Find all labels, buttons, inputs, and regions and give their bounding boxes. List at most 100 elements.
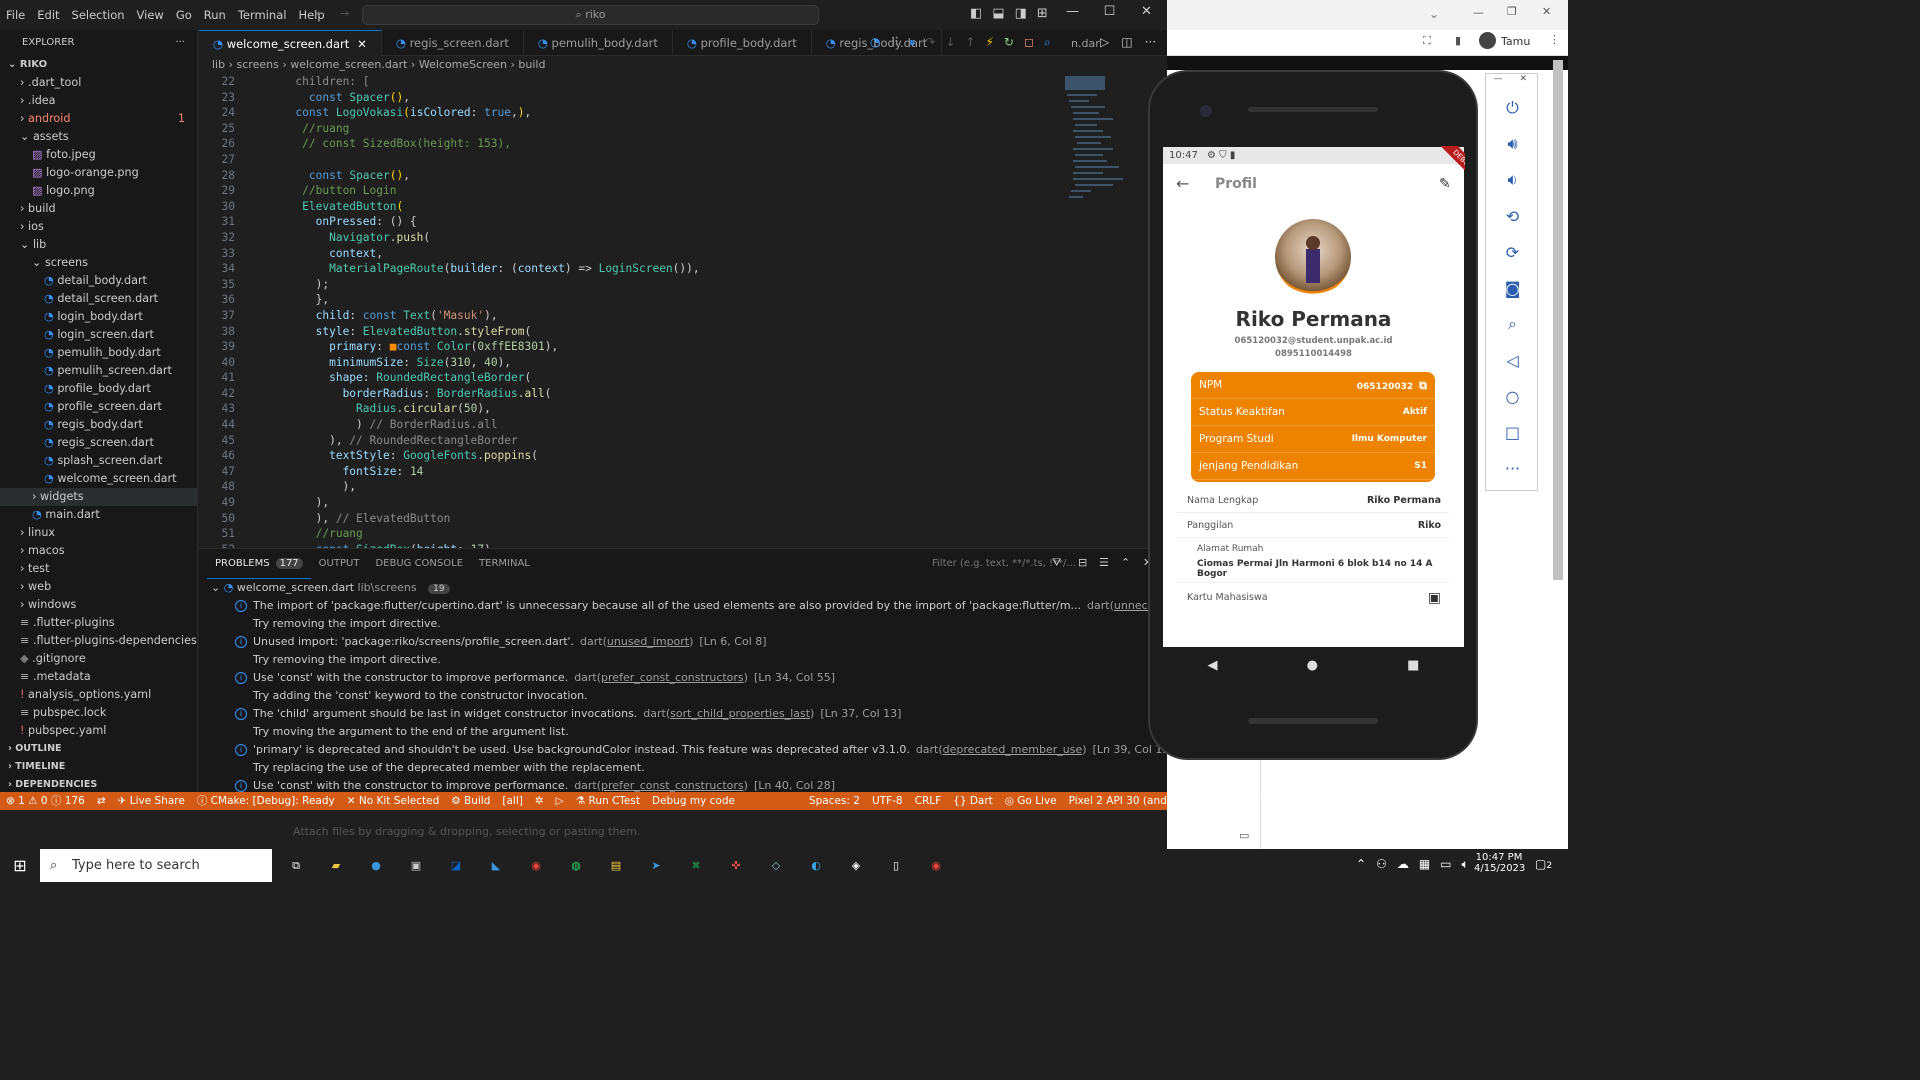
folder-item[interactable]: › .dart_tool xyxy=(0,74,197,92)
whatsapp-icon[interactable]: ◍ xyxy=(556,849,596,882)
outlook-icon[interactable]: ◪ xyxy=(436,849,476,882)
inspect-icon[interactable]: ⌕ xyxy=(1044,35,1051,50)
file-item[interactable]: ◔ login_body.dart xyxy=(0,308,197,326)
clock[interactable]: 10:47 PM 4/15/2023 xyxy=(1474,852,1525,874)
markdown-icon[interactable]: ▭ xyxy=(1239,829,1249,842)
panel-tab-terminal[interactable]: TERMINAL xyxy=(471,549,538,579)
close-icon[interactable]: ✕ xyxy=(1519,74,1527,84)
code-line[interactable]: 49 ), xyxy=(199,495,1159,511)
code-line[interactable]: 37 child: const Text('Masuk'), xyxy=(199,308,1159,324)
folder-item[interactable]: › macos xyxy=(0,542,197,560)
maximize-panel-icon[interactable]: ⌃ xyxy=(1121,556,1130,569)
chevron-up-icon[interactable]: ⌃ xyxy=(1356,857,1366,872)
profile-name[interactable]: Tamu xyxy=(1501,35,1530,48)
close-icon[interactable]: ✕ xyxy=(1542,5,1551,18)
view-as-tree-icon[interactable]: ☰ xyxy=(1099,556,1109,569)
file-item[interactable]: ≡ .flutter-plugins xyxy=(0,614,197,632)
toggle-panel-icon[interactable]: ⬓ xyxy=(992,6,1004,21)
file-item[interactable]: ≡ .flutter-plugins-dependencies xyxy=(0,632,197,650)
home-icon[interactable]: ○ xyxy=(1486,378,1539,414)
tray-icon[interactable]: ⚇ xyxy=(1376,857,1387,872)
status-item[interactable]: {} Dart xyxy=(947,792,999,810)
step-out-icon[interactable]: ↑ xyxy=(965,35,975,50)
problem-item[interactable]: i 'primary' is deprecated and shouldn't b… xyxy=(199,741,1174,759)
close-icon[interactable]: ✕ xyxy=(1128,4,1165,19)
excel-icon[interactable]: ✖ xyxy=(676,849,716,882)
menu-go[interactable]: Go xyxy=(170,8,198,22)
tab-welcome-screen[interactable]: ◔ welcome_screen.dart ✕ xyxy=(199,30,382,56)
more-icon[interactable]: ⋮ xyxy=(1549,33,1560,46)
code-line[interactable]: 31 onPressed: () { xyxy=(199,214,1159,230)
status-item[interactable]: ⚙ Build xyxy=(445,792,496,810)
folder-item[interactable]: ⌄ screens xyxy=(0,254,197,272)
file-item[interactable]: ◔ detail_body.dart xyxy=(0,272,197,290)
folder-item[interactable]: › widgets xyxy=(0,488,197,506)
volume-icon[interactable]: 🔈︎ xyxy=(1462,857,1469,872)
app-icon[interactable]: ◇ xyxy=(756,849,796,882)
chevron-down-icon[interactable]: ⌄ xyxy=(1429,7,1439,21)
problem-code-link[interactable]: deprecated_member_use xyxy=(943,743,1083,756)
problem-code-link[interactable]: sort_child_properties_last xyxy=(670,707,810,720)
problem-item[interactable]: i Unused import: 'package:riko/screens/pr… xyxy=(199,633,1167,651)
section-outline[interactable]: › OUTLINE xyxy=(0,740,197,758)
avatar[interactable] xyxy=(1479,32,1496,49)
skype-icon[interactable]: ● xyxy=(356,849,396,882)
app-icon[interactable]: ➤ xyxy=(636,849,676,882)
code-line[interactable]: 50 ), // ElevatedButton xyxy=(199,511,1159,527)
code-line[interactable]: 42 borderRadius: BorderRadius.all( xyxy=(199,386,1159,402)
menu-file[interactable]: File xyxy=(0,8,31,22)
file-item[interactable]: ◔ regis_screen.dart xyxy=(0,434,197,452)
breadcrumb-item[interactable]: WelcomeScreen xyxy=(419,58,507,71)
problem-hint[interactable]: Try replacing the use of the deprecated … xyxy=(199,759,1167,777)
minimap[interactable] xyxy=(1063,74,1153,214)
power-icon[interactable]: ⏻ xyxy=(1486,90,1539,126)
hot-reload-icon[interactable]: ⚡ xyxy=(985,35,993,50)
code-line[interactable]: 40 minimumSize: Size(310, 40), xyxy=(199,355,1159,371)
problem-hint[interactable]: Try removing the import directive. xyxy=(199,615,1167,633)
edge-icon[interactable]: ◐ xyxy=(796,849,836,882)
collapse-all-icon[interactable]: ⊟ xyxy=(1078,556,1087,569)
id-card-icon[interactable]: ▣ xyxy=(1428,583,1441,613)
menu-run[interactable]: Run xyxy=(198,8,232,22)
more-icon[interactable]: ··· xyxy=(1145,35,1156,49)
status-item[interactable]: ⚗ Run CTest xyxy=(570,792,646,810)
volume-up-icon[interactable]: 🔊︎ xyxy=(1486,126,1539,162)
status-item[interactable]: ⊗ 1 ⚠ 0 ⓘ 176 xyxy=(0,792,91,810)
vscode-icon[interactable]: ◣ xyxy=(476,849,516,882)
close-icon[interactable]: ✕ xyxy=(357,37,367,51)
drag-handle-icon[interactable]: ⠿ xyxy=(890,35,899,50)
file-item[interactable]: ◔ profile_screen.dart xyxy=(0,398,197,416)
chrome-icon[interactable]: ◉ xyxy=(516,849,556,882)
copy-icon[interactable]: ⧉ xyxy=(1419,379,1427,392)
panel-tab-problems[interactable]: PROBLEMS 177 xyxy=(207,549,311,579)
file-item[interactable]: ≡ pubspec.lock xyxy=(0,704,197,722)
code-line[interactable]: 39 primary: ■const Color(0xffEE8301), xyxy=(199,339,1159,355)
restore-icon[interactable]: ❐ xyxy=(1507,5,1517,18)
explorer-root[interactable]: ⌄ RIKO xyxy=(0,56,197,74)
code-line[interactable]: 26 // const SizedBox(height: 153), xyxy=(199,136,1159,152)
file-item[interactable]: ▨ foto.jpeg xyxy=(0,146,197,164)
more-icon[interactable]: ··· xyxy=(1486,450,1539,486)
problem-file-row[interactable]: ⌄ ◔ welcome_screen.dart lib\screens 19 xyxy=(199,579,1167,597)
code-line[interactable]: 51 //ruang xyxy=(199,526,1159,542)
volume-down-icon[interactable]: 🔉︎ xyxy=(1486,162,1539,198)
code-line[interactable]: 34 MaterialPageRoute(builder: (context) … xyxy=(199,261,1159,277)
file-item[interactable]: ◔ welcome_screen.dart xyxy=(0,470,197,488)
status-item[interactable]: ◎ Go Live xyxy=(999,792,1063,810)
problem-item[interactable]: i The import of 'package:flutter/cupertin… xyxy=(199,597,1303,615)
code-line[interactable]: 30 ElevatedButton( xyxy=(199,199,1159,215)
restart-icon[interactable]: ↻ xyxy=(1004,35,1014,50)
toggle-secondary-icon[interactable]: ◨ xyxy=(1015,6,1027,21)
file-item[interactable]: ◔ pemulih_screen.dart xyxy=(0,362,197,380)
app-icon[interactable]: ▯ xyxy=(876,849,916,882)
code-line[interactable]: 23 const Spacer(), xyxy=(199,90,1159,106)
customize-layout-icon[interactable]: ⊞ xyxy=(1037,6,1048,21)
status-item[interactable]: [all] xyxy=(496,792,528,810)
status-item[interactable]: ✈ Live Share xyxy=(112,792,191,810)
app-icon[interactable]: ◈ xyxy=(836,849,876,882)
code-line[interactable]: 22 children: [ xyxy=(199,74,1159,90)
section-timeline[interactable]: › TIMELINE xyxy=(0,758,197,776)
status-item[interactable]: Debug my code xyxy=(646,792,741,810)
code-line[interactable]: 33 context, xyxy=(199,246,1159,262)
file-item[interactable]: ◔ main.dart xyxy=(0,506,197,524)
